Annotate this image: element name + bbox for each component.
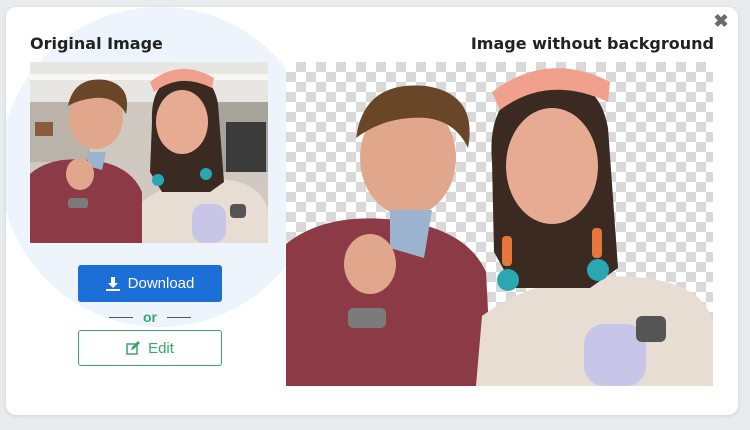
remove-background-dialog: ✖ Original Image Image without backgroun…	[6, 7, 738, 415]
result-photo-illustration	[286, 68, 713, 386]
or-line-right	[167, 316, 191, 318]
edit-label: Edit	[148, 339, 174, 357]
result-image-title: Image without background	[470, 34, 714, 53]
or-label: or	[143, 309, 157, 325]
original-image	[30, 62, 268, 243]
original-image-title: Original Image	[30, 34, 163, 53]
edit-icon	[126, 341, 141, 355]
download-label: Download	[127, 275, 195, 292]
edit-button[interactable]: Edit	[78, 330, 222, 366]
or-separator: or	[78, 307, 222, 327]
download-button[interactable]: Download	[78, 265, 222, 302]
download-icon	[105, 276, 120, 291]
original-photo-illustration	[30, 62, 268, 243]
close-icon[interactable]: ✖	[713, 12, 729, 30]
result-image	[286, 62, 713, 386]
or-line-left	[109, 316, 133, 318]
